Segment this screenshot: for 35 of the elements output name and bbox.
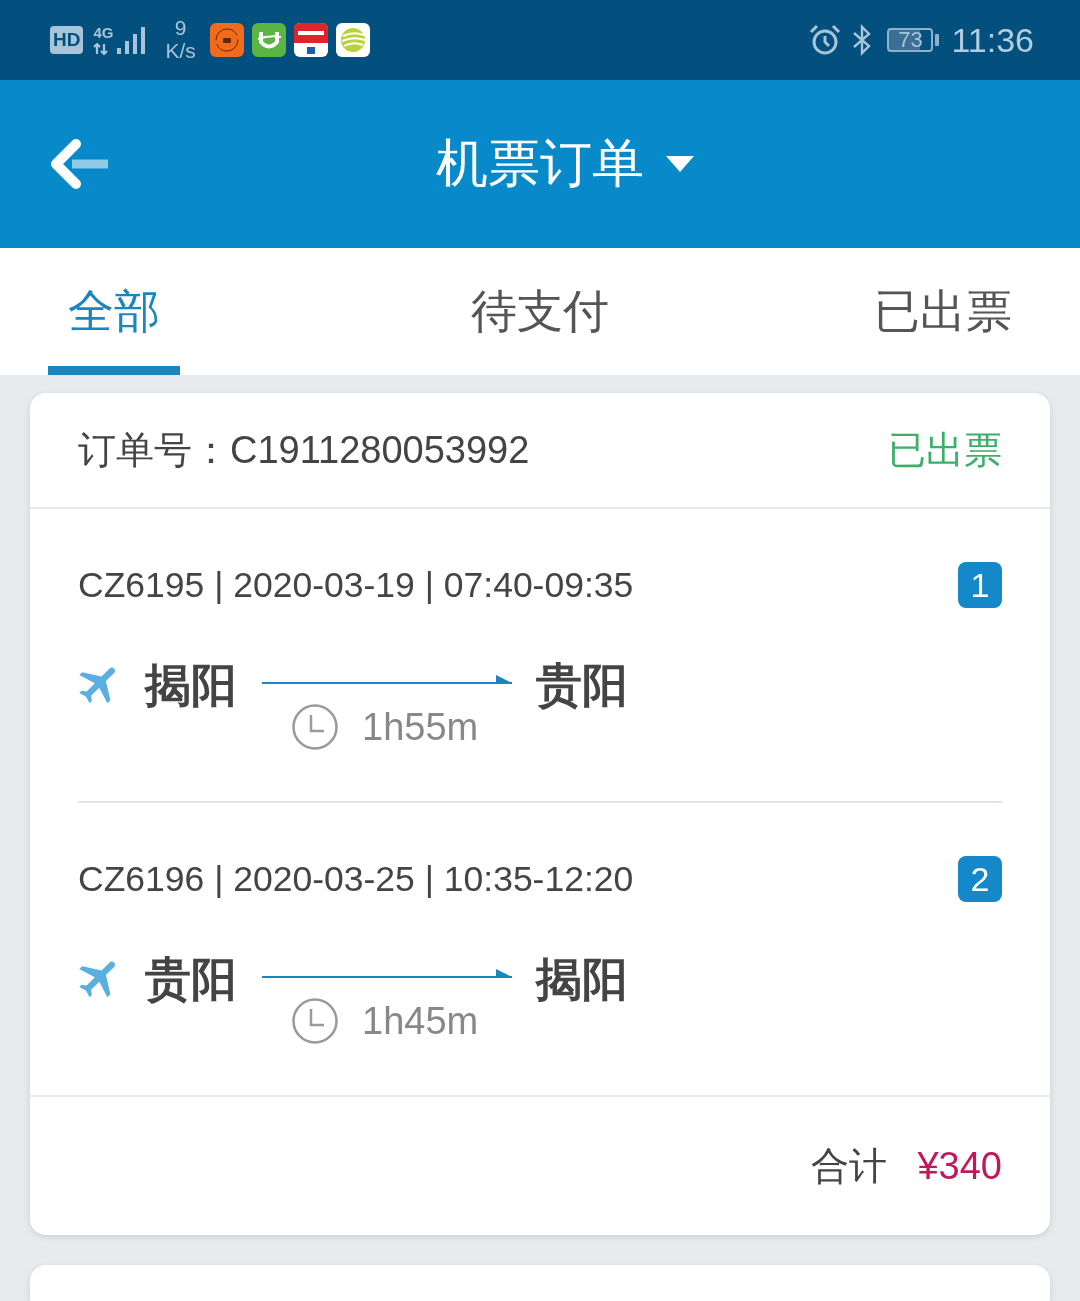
arrival-city: 贵阳	[536, 658, 628, 713]
alarm-icon	[809, 24, 842, 56]
title-dropdown[interactable]: 机票订单	[436, 129, 694, 199]
flight-info: CZ6195 | 2020-03-19 | 07:40-09:35	[78, 564, 634, 606]
tab[interactable]: 已出票	[854, 248, 1032, 375]
battery-indicator: 73	[887, 28, 940, 52]
total-price: ¥340	[917, 1144, 1002, 1188]
caret-icon	[666, 156, 694, 172]
flight-info: CZ6196 | 2020-03-25 | 10:35-12:20	[78, 858, 634, 900]
tab[interactable]: 全部	[48, 248, 180, 375]
network-speed-value: 9	[174, 17, 187, 39]
clock-icon	[292, 704, 338, 750]
total-label: 合计	[811, 1143, 888, 1189]
departure-city: 贵阳	[145, 952, 237, 1007]
order-number: 订单号：C1911280053992	[78, 427, 530, 473]
clock-time: 11:36	[951, 20, 1034, 60]
flight-duration: 1h45m	[362, 999, 479, 1043]
back-icon[interactable]	[48, 139, 110, 189]
arrival-city: 揭阳	[536, 952, 628, 1007]
network-speed-unit: K/s	[165, 39, 196, 63]
hd-badge: HD	[50, 26, 84, 54]
app-icon	[251, 23, 286, 57]
clock-icon	[292, 998, 338, 1044]
app-icon	[209, 23, 244, 57]
app-icon	[293, 23, 328, 57]
order-status: 已出票	[888, 427, 1002, 473]
data-arrows-icon	[93, 43, 110, 55]
app-icon	[335, 23, 370, 57]
segment-number: 1	[958, 562, 1002, 608]
departure-city: 揭阳	[145, 658, 237, 713]
network-type-label: 4G	[93, 25, 114, 40]
signal-icon	[117, 26, 148, 56]
segment-number: 2	[958, 856, 1002, 902]
flight-duration: 1h55m	[362, 705, 479, 749]
tab[interactable]: 待支付	[451, 248, 629, 375]
